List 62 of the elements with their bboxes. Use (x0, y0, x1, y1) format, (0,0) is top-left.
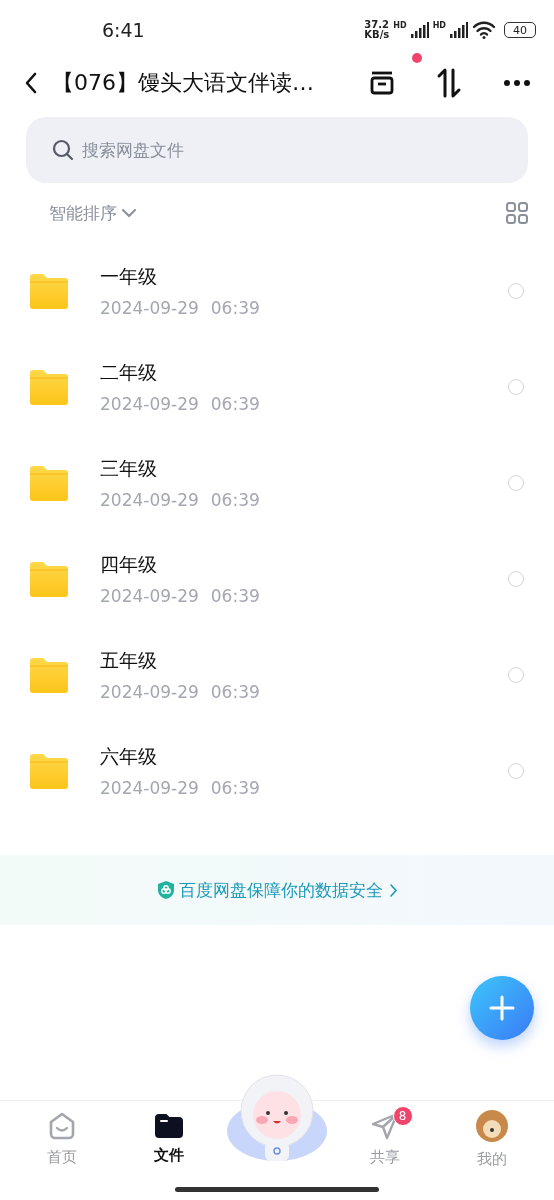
modified-date: 2024-09-29 (100, 490, 199, 510)
modified-time: 06:39 (210, 682, 260, 702)
folder-name: 四年级 (100, 552, 158, 577)
grid-view-button[interactable] (506, 202, 528, 224)
modified-time: 06:39 (210, 298, 260, 318)
modified-date: 2024-09-29 (100, 682, 199, 702)
network-speed-unit: KB/s (364, 30, 390, 40)
sort-order-button[interactable] (436, 67, 462, 99)
select-radio[interactable] (508, 379, 524, 395)
folder-icon (28, 753, 70, 789)
folder-icon (155, 1114, 184, 1138)
search-field[interactable]: 搜索网盘文件 (26, 117, 528, 183)
hd-label: HD (432, 21, 446, 30)
modified-date: 2024-09-29 (100, 586, 199, 606)
modified-time: 06:39 (210, 394, 260, 414)
nav-tab[interactable]: 8 共享 (330, 1101, 439, 1178)
folder-name: 二年级 (100, 360, 158, 385)
folder-name: 三年级 (100, 456, 158, 481)
signal-icon (410, 22, 429, 38)
folder-icon (28, 369, 70, 405)
select-radio[interactable] (508, 571, 524, 587)
select-radio[interactable] (508, 667, 524, 683)
shield-icon (156, 880, 175, 900)
chevron-down-icon (121, 208, 137, 218)
folder-icon (28, 657, 70, 693)
modified-time: 06:39 (210, 778, 260, 798)
folder-icon (28, 465, 70, 501)
home-indicator[interactable] (175, 1186, 379, 1192)
modified-date: 2024-09-29 (100, 394, 199, 414)
back-button[interactable] (24, 72, 38, 94)
modified-date: 2024-09-29 (100, 778, 199, 798)
avatar-icon (476, 1110, 509, 1142)
nav-tab[interactable]: 我的 (438, 1101, 546, 1178)
select-radio[interactable] (508, 475, 524, 491)
wifi-icon (472, 21, 496, 39)
modified-time: 06:39 (210, 586, 260, 606)
hd-label: HD (393, 21, 407, 30)
folder-name: 五年级 (100, 648, 158, 673)
folder-icon (28, 561, 70, 597)
folder-icon (28, 273, 70, 309)
plus-icon (489, 995, 515, 1021)
security-link[interactable]: 百度网盘保障你的数据安全 (178, 878, 398, 902)
signal-icon (450, 22, 468, 38)
folder-title: 【076】馒头大语文伴读… (52, 69, 315, 97)
home-icon (47, 1112, 76, 1140)
nav-tab[interactable]: 首页 (8, 1101, 116, 1178)
battery-level: 40 (504, 22, 536, 38)
sort-dropdown[interactable]: 智能排序 (49, 201, 137, 225)
clock-time: 6:41 (102, 19, 145, 41)
folder-name: 一年级 (100, 264, 158, 289)
modified-date: 2024-09-29 (100, 298, 199, 318)
notification-badge: 8 (392, 1106, 413, 1126)
select-radio[interactable] (508, 763, 524, 779)
network-speed-value: 37.2 (364, 20, 390, 30)
nav-tab[interactable]: 文件 (115, 1101, 224, 1178)
select-radio[interactable] (508, 283, 524, 299)
chevron-right-icon (388, 882, 398, 898)
more-button[interactable] (504, 80, 530, 86)
search-icon (52, 139, 74, 161)
folder-name: 六年级 (100, 744, 158, 769)
add-button[interactable] (470, 976, 534, 1040)
modified-time: 06:39 (210, 490, 260, 510)
